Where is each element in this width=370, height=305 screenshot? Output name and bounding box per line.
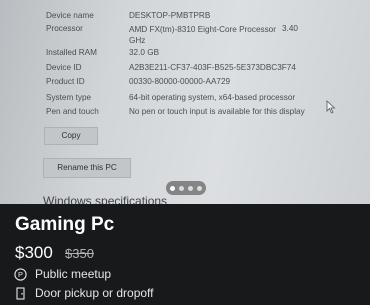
spec-value: 64-bit operating system, x64-based proce…	[129, 93, 296, 102]
spec-pen-touch: Pen and touch No pen or touch input is av…	[46, 107, 305, 116]
spec-label: Device name	[46, 11, 94, 20]
spec-value: No pen or touch input is available for t…	[129, 107, 305, 116]
spec-label: System type	[46, 93, 92, 102]
spec-device-name: Device name DESKTOP-PMBTPRB	[46, 11, 210, 20]
windows-specifications-heading: Windows specifications	[43, 194, 168, 204]
rename-pc-button: Rename this PC	[43, 158, 131, 178]
spec-product-id: Product ID 00330-80000-00000-AA729	[46, 77, 230, 86]
listing-title: Gaming Pc	[15, 214, 115, 235]
spec-processor: Processor	[46, 24, 129, 33]
spec-label: Processor	[46, 24, 83, 33]
photo-pager[interactable]	[166, 181, 206, 195]
spec-value: 00330-80000-00000-AA729	[129, 77, 231, 86]
copy-button: Copy	[44, 127, 98, 145]
public-meetup-label: Public meetup	[35, 267, 112, 281]
pager-dot[interactable]	[188, 185, 193, 191]
spec-label: Installed RAM	[46, 48, 97, 57]
location-pin-icon: P	[14, 267, 27, 281]
pager-dot[interactable]	[170, 185, 175, 191]
public-meetup-row: P Public meetup	[14, 267, 111, 281]
spec-value: 32.0 GB	[129, 48, 160, 57]
listing-photo[interactable]: Device name DESKTOP-PMBTPRB Processor AMD…	[0, 0, 370, 204]
spec-label: Product ID	[46, 77, 85, 86]
spec-value: A2B3E211-CF37-403F-B525-5E373DBC3F74	[129, 63, 296, 72]
mouse-cursor-icon	[326, 100, 336, 114]
spec-ram: Installed RAM 32.0 GB	[46, 48, 159, 57]
listing-price: $300	[15, 243, 53, 262]
listing-original-price: $350	[65, 246, 94, 261]
door-pickup-label: Door pickup or dropoff	[35, 286, 154, 300]
spec-label: Device ID	[46, 63, 82, 72]
spec-processor-speed: 3.40	[282, 24, 298, 33]
door-icon	[16, 286, 25, 300]
spec-value: DESKTOP-PMBTPRB	[129, 11, 211, 20]
spec-device-id: Device ID A2B3E211-CF37-403F-B525-5E373DB…	[46, 63, 296, 72]
pager-dot[interactable]	[179, 185, 184, 191]
door-pickup-row: Door pickup or dropoff	[14, 286, 154, 300]
spec-processor-value: AMD FX(tm)-8310 Eight-Core Processor GHz	[129, 25, 276, 45]
spec-label: Pen and touch	[46, 107, 99, 116]
pager-dot[interactable]	[197, 185, 202, 191]
spec-system-type: System type 64-bit operating system, x64-…	[46, 93, 295, 102]
svg-text:P: P	[18, 270, 23, 279]
